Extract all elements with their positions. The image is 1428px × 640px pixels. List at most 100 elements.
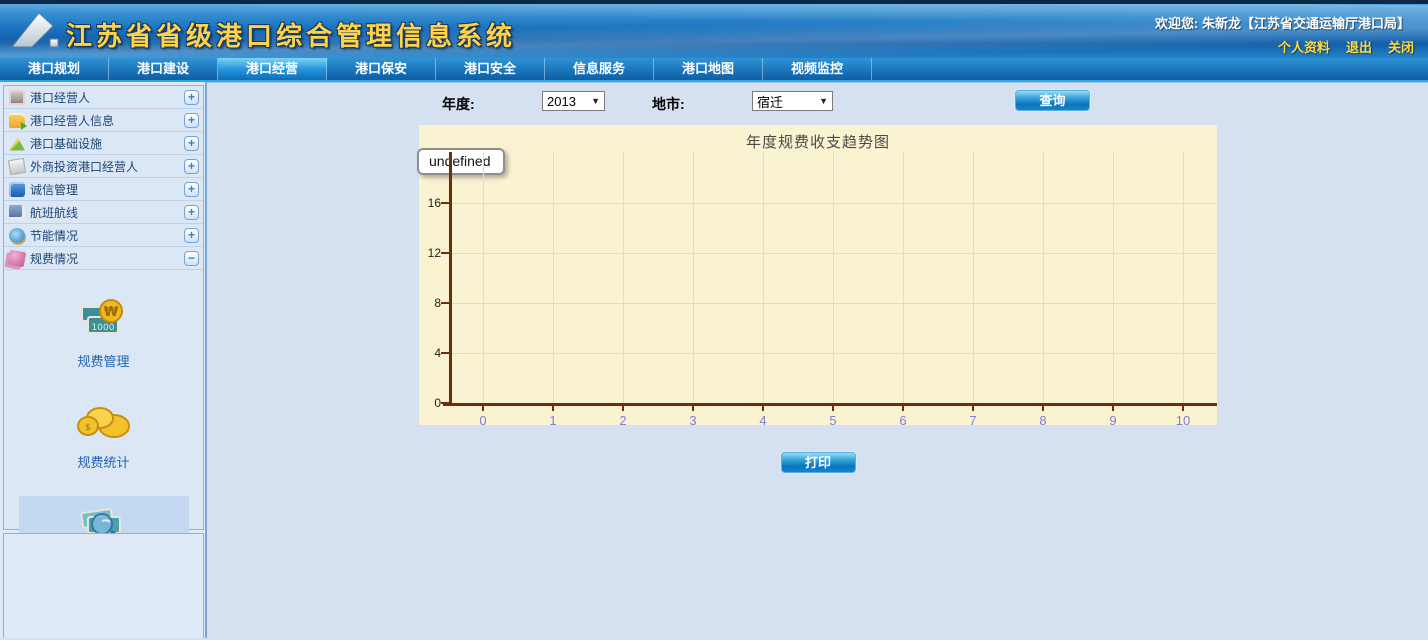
grid-line-horizontal [452, 203, 1217, 204]
x-tick-label: 2 [613, 413, 633, 428]
y-tick-mark [441, 202, 449, 204]
svg-text:₩: ₩ [103, 305, 118, 320]
grid-line-vertical [763, 152, 764, 403]
grid-line-vertical [903, 152, 904, 403]
shortcut-fee-management[interactable]: 1000 ₩ 规费管理 [19, 292, 189, 379]
document-icon [8, 157, 26, 174]
expand-button[interactable]: + [184, 136, 199, 151]
y-tick-mark [441, 402, 449, 404]
sidebar-item-port-operator[interactable]: 港口经营人 + [4, 86, 203, 109]
trend-chart: 年度规费收支趋势图 undefined 0123456789100481216 [419, 125, 1217, 425]
fees-icon [8, 249, 26, 267]
sidebar-item-fees[interactable]: 规费情况 − [4, 247, 203, 270]
x-tick-label: 1 [543, 413, 563, 428]
tab-info-service[interactable]: 信息服务 [545, 58, 654, 80]
y-tick-label: 12 [419, 246, 441, 260]
x-axis [443, 403, 1217, 406]
grid-line-horizontal [452, 353, 1217, 354]
y-tick-label: 8 [419, 296, 441, 310]
folder-arrow-icon [9, 113, 25, 128]
sidebar-item-operator-info[interactable]: 港口经营人信息 + [4, 109, 203, 132]
sidebar-item-energy-saving[interactable]: 节能情况 + [4, 224, 203, 247]
coin-banknote-icon: 1000 ₩ [78, 299, 130, 339]
photo-icon [9, 90, 25, 105]
tab-port-construction[interactable]: 港口建设 [109, 58, 218, 80]
expand-button[interactable]: + [184, 228, 199, 243]
query-button[interactable]: 查询 [1015, 90, 1090, 111]
header: 江苏省省级港口综合管理信息系统 欢迎您: 朱新龙【江苏省交通运输厅港口局】 个人… [0, 0, 1428, 58]
expand-button[interactable]: + [184, 205, 199, 220]
x-tick-label: 10 [1173, 413, 1193, 428]
gold-coins-icon: $ [76, 402, 132, 440]
logout-link[interactable]: 退出 [1346, 37, 1372, 56]
x-tick-label: 0 [473, 413, 493, 428]
x-tick-mark [552, 406, 554, 411]
grid-line-vertical [483, 152, 484, 403]
expand-button[interactable]: + [184, 159, 199, 174]
shortcut-label: 规费管理 [77, 351, 129, 370]
x-tick-mark [1182, 406, 1184, 411]
sidebar-item-flight-routes[interactable]: 航班航线 + [4, 201, 203, 224]
route-icon [9, 205, 25, 220]
x-tick-mark [832, 406, 834, 411]
sidebar-item-label: 诚信管理 [30, 181, 179, 198]
app-logo-icon [10, 11, 62, 53]
x-tick-label: 9 [1103, 413, 1123, 428]
x-tick-mark [972, 406, 974, 411]
x-tick-mark [1112, 406, 1114, 411]
tab-port-map[interactable]: 港口地图 [654, 58, 763, 80]
x-tick-label: 6 [893, 413, 913, 428]
grid-line-vertical [833, 152, 834, 403]
sidebar: 港口经营人 + 港口经营人信息 + 港口基础设施 + 外商投资港口经营人 + 诚… [0, 82, 207, 638]
sidebar-lower-panel [3, 533, 204, 638]
sidebar-item-infrastructure[interactable]: 港口基础设施 + [4, 132, 203, 155]
grid-line-vertical [623, 152, 624, 403]
x-tick-mark [692, 406, 694, 411]
grid-line-vertical [1183, 152, 1184, 403]
y-axis [449, 152, 452, 406]
sidebar-item-credit-management[interactable]: 诚信管理 + [4, 178, 203, 201]
y-tick-mark [441, 252, 449, 254]
year-select[interactable]: 2013 ▼ [542, 91, 605, 111]
tab-video-monitor[interactable]: 视频监控 [763, 58, 872, 80]
grid-line-horizontal [452, 303, 1217, 304]
city-select-value: 宿迁 [757, 92, 783, 111]
shortcut-fee-statistics[interactable]: $ 规费统计 [19, 395, 189, 480]
expand-button[interactable]: + [184, 182, 199, 197]
expand-button[interactable]: + [184, 90, 199, 105]
city-label: 地市: [652, 94, 685, 114]
expand-button[interactable]: + [184, 113, 199, 128]
collapse-button[interactable]: − [184, 251, 199, 266]
x-tick-mark [762, 406, 764, 411]
year-label: 年度: [442, 94, 475, 114]
credit-icon [9, 182, 25, 197]
x-tick-mark [902, 406, 904, 411]
main-nav: 港口规划 港口建设 港口经营 港口保安 港口安全 信息服务 港口地图 视频监控 [0, 58, 1428, 82]
tab-port-operation[interactable]: 港口经营 [218, 58, 327, 80]
svg-text:$: $ [85, 423, 91, 433]
city-select[interactable]: 宿迁 ▼ [752, 91, 833, 111]
grid-line-horizontal [452, 253, 1217, 254]
sidebar-item-foreign-investment[interactable]: 外商投资港口经营人 + [4, 155, 203, 178]
chart-legend: undefined [417, 148, 505, 175]
profile-link[interactable]: 个人资料 [1278, 37, 1330, 56]
tab-port-planning[interactable]: 港口规划 [0, 58, 109, 80]
filter-bar: 年度: 2013 ▼ 地市: 宿迁 ▼ 查询 [207, 83, 1428, 125]
close-link[interactable]: 关闭 [1388, 37, 1414, 56]
sidebar-item-label: 港口经营人 [30, 89, 179, 106]
tab-port-security[interactable]: 港口保安 [327, 58, 436, 80]
x-tick-label: 4 [753, 413, 773, 428]
sidebar-item-label: 航班航线 [30, 204, 179, 221]
sidebar-item-label: 港口经营人信息 [30, 112, 179, 129]
grid-line-vertical [553, 152, 554, 403]
sidebar-item-label: 规费情况 [30, 250, 179, 267]
chevron-down-icon: ▼ [591, 96, 600, 106]
sidebar-item-label: 港口基础设施 [30, 135, 179, 152]
x-tick-mark [622, 406, 624, 411]
main-content: 年度: 2013 ▼ 地市: 宿迁 ▼ 查询 年度规费收支趋势图 undefin… [207, 82, 1428, 638]
tab-port-safety[interactable]: 港口安全 [436, 58, 545, 80]
shortcut-label: 规费统计 [77, 452, 129, 471]
sidebar-item-label: 节能情况 [30, 227, 179, 244]
print-button[interactable]: 打印 [781, 452, 856, 473]
y-tick-mark [441, 302, 449, 304]
